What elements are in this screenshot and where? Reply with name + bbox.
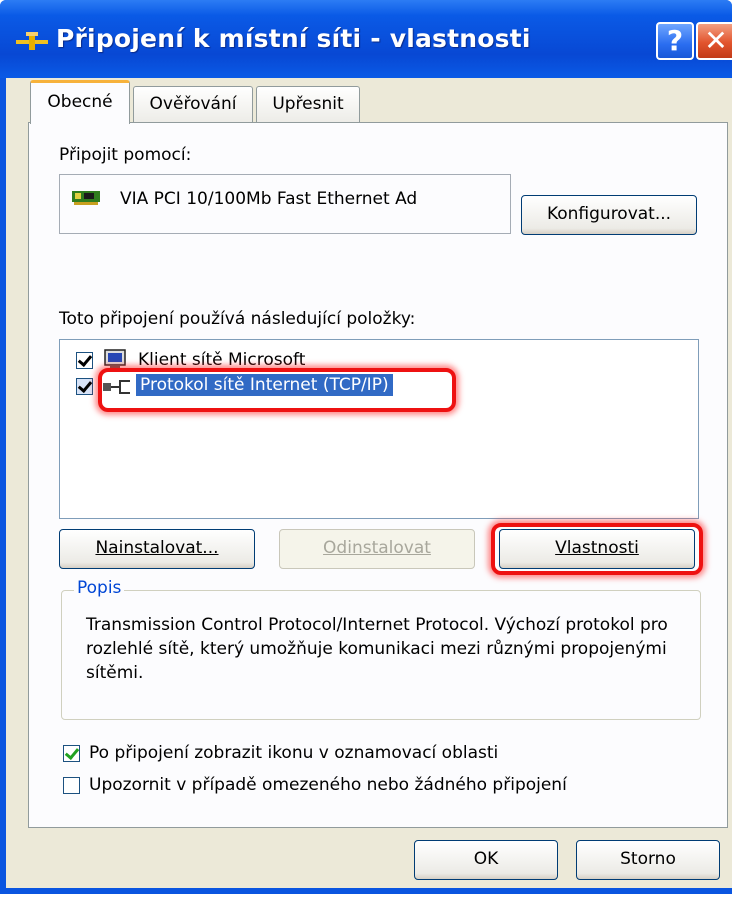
tab-general[interactable]: Obecné: [30, 80, 130, 124]
adapter-box: VIA PCI 10/100Mb Fast Ethernet Ad: [59, 174, 511, 234]
tcpip-label: Protokol sítě Internet (TCP/IP): [136, 374, 393, 396]
help-icon: ?: [666, 24, 684, 57]
components-list[interactable]: Klient sítě Microsoft Protokol sítě Inte…: [59, 339, 699, 519]
dialog-client-area: Obecné Ověřování Upřesnit Připojit pomoc…: [6, 78, 732, 888]
configure-button[interactable]: Konfigurovat...: [521, 195, 697, 235]
client-checkbox[interactable]: [76, 352, 93, 369]
tab-authentication[interactable]: Ověřování: [133, 86, 253, 124]
connect-using-label: Připojit pomocí:: [59, 145, 192, 165]
network-connection-icon: [16, 32, 48, 50]
title-bar[interactable]: Připojení k místní síti - vlastnosti ? ✕: [0, 0, 732, 78]
close-icon: ✕: [704, 24, 728, 57]
properties-button[interactable]: Vlastnosti: [499, 529, 695, 569]
cancel-button[interactable]: Storno: [576, 840, 720, 880]
tab-advanced[interactable]: Upřesnit: [256, 86, 360, 124]
close-button[interactable]: ✕: [696, 22, 732, 60]
network-client-icon: [104, 349, 126, 369]
uninstall-button-label: Odinstalovat: [323, 538, 431, 558]
install-button[interactable]: Nainstalovat...: [59, 529, 255, 569]
notify-label[interactable]: Upozornit v případě omezeného nebo žádné…: [89, 775, 567, 795]
list-item[interactable]: Klient sítě Microsoft: [60, 348, 698, 374]
properties-window: Připojení k místní síti - vlastnosti ? ✕…: [0, 0, 732, 894]
notify-checkbox[interactable]: [63, 777, 80, 794]
uninstall-button: Odinstalovat: [279, 529, 475, 569]
ok-button[interactable]: OK: [414, 840, 558, 880]
list-item[interactable]: Protokol sítě Internet (TCP/IP): [60, 374, 698, 400]
general-tab-panel: Připojit pomocí: VIA PCI 10/100Mb Fast E…: [28, 122, 728, 828]
network-protocol-icon: [103, 380, 130, 394]
show-icon-checkbox[interactable]: [63, 745, 80, 762]
items-label: Toto připojení používá následující polož…: [59, 309, 416, 329]
client-label: Klient sítě Microsoft: [138, 350, 306, 370]
tcpip-checkbox[interactable]: [76, 378, 93, 395]
help-button[interactable]: ?: [656, 22, 694, 60]
description-group: Popis Transmission Control Protocol/Inte…: [61, 578, 701, 720]
adapter-name: VIA PCI 10/100Mb Fast Ethernet Ad: [120, 189, 418, 209]
properties-button-label: Vlastnosti: [555, 538, 639, 558]
description-legend: Popis: [74, 578, 125, 598]
show-icon-label[interactable]: Po připojení zobrazit ikonu v oznamovací…: [89, 743, 498, 763]
install-button-label: Nainstalovat...: [95, 538, 219, 558]
network-adapter-icon: [72, 191, 100, 205]
window-title: Připojení k místní síti - vlastnosti: [56, 24, 531, 53]
description-text: Transmission Control Protocol/Internet P…: [86, 615, 668, 683]
